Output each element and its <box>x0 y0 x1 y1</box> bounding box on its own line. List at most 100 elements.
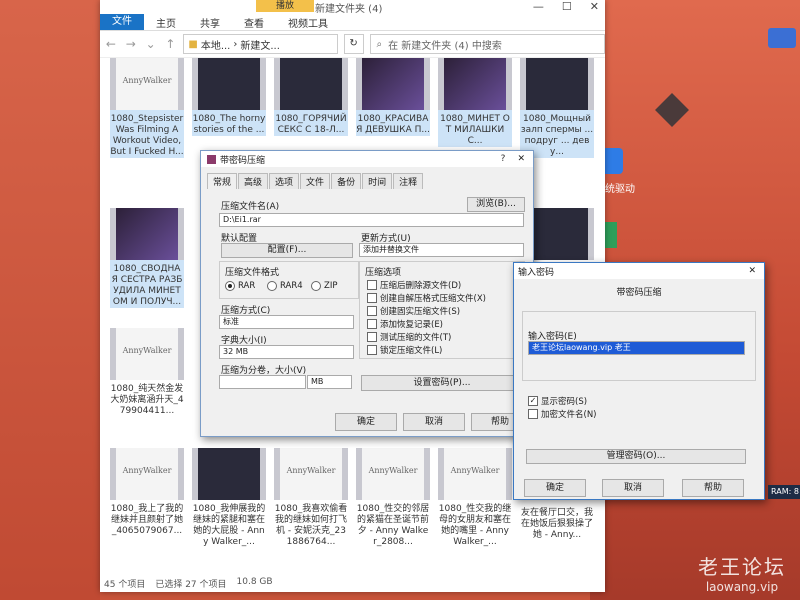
close-icon[interactable]: ✕ <box>748 266 756 276</box>
dialog-tabs: 常规 高级 选项 文件 备份 时间 注释 <box>207 173 533 189</box>
back-icon[interactable]: ← <box>104 37 118 51</box>
tab-advanced[interactable]: 高级 <box>238 173 269 189</box>
format-rar[interactable]: RAR <box>225 281 255 291</box>
up-icon[interactable]: ↑ <box>164 37 178 51</box>
video-thumbnail: AnnyWalker <box>356 448 430 500</box>
app-icon[interactable] <box>768 28 796 48</box>
option-lock[interactable]: 锁定压缩文件(L) <box>367 344 442 356</box>
tab-general[interactable]: 常规 <box>207 173 238 189</box>
dialog-title-bar: 带密码压缩 ? ✕ <box>201 151 533 167</box>
search-input[interactable]: ⌕ 在 新建文件夹 (4) 中搜索 <box>369 34 605 54</box>
tab-options[interactable]: 选项 <box>269 173 300 189</box>
watermark-url: laowang.vip <box>705 580 779 594</box>
split-unit-select[interactable]: MB <box>307 375 352 389</box>
file-tile[interactable]: 1080_ГОРЯЧИЙ СЕКС С 18-Л... <box>274 58 348 136</box>
option-sfx[interactable]: 创建自解压格式压缩文件(X) <box>367 292 486 304</box>
checkbox-icon: ✓ <box>528 396 538 406</box>
winrar-icon <box>207 154 216 164</box>
video-thumbnail <box>438 58 512 110</box>
file-tile[interactable]: AnnyWalker 1080_我上了我的继妹并且颜射了她_4065079067.… <box>110 448 184 537</box>
checkbox-icon <box>367 280 377 290</box>
browse-button[interactable]: 浏览(B)... <box>467 197 525 212</box>
minimize-icon[interactable]: — <box>533 0 544 13</box>
file-tile[interactable]: AnnyWalker 1080_纯天然金发大奶妹离涵升天_479904411... <box>110 328 184 417</box>
option-test[interactable]: 测试压缩的文件(T) <box>367 331 451 343</box>
refresh-icon[interactable]: ↻ <box>343 34 364 54</box>
tab-time[interactable]: 时间 <box>362 173 393 189</box>
password-input[interactable]: 老王论坛laowang.vip 老王 <box>528 341 745 355</box>
file-name: 1080_Stepsister Was Filming A Workout Vi… <box>110 114 184 157</box>
password-dialog: 输入密码 ✕ 带密码压缩 输入密码(E) 老王论坛laowang.vip 老王 … <box>513 262 765 500</box>
format-zip[interactable]: ZIP <box>311 281 337 291</box>
cancel-button[interactable]: 取消 <box>403 413 465 431</box>
encrypt-names-checkbox[interactable]: 加密文件名(N) <box>528 408 597 420</box>
ribbon-tab-video-tools[interactable]: 视频工具 <box>276 15 340 30</box>
split-size-input[interactable] <box>219 375 306 389</box>
close-icon[interactable]: ✕ <box>517 154 525 164</box>
address-bar: ← → ⌄ ↑ ■ 本地... › 新建文... ↻ ⌕ 在 新建文件夹 (4)… <box>100 31 605 58</box>
forward-icon[interactable]: → <box>124 37 138 51</box>
tab-comment[interactable]: 注释 <box>393 173 424 189</box>
manage-passwords-button[interactable]: 管理密码(O)... <box>526 449 746 464</box>
update-mode-select[interactable]: 添加并替换文件 <box>359 243 524 257</box>
video-thumbnail: AnnyWalker <box>274 448 348 500</box>
format-rar4[interactable]: RAR4 <box>267 281 303 291</box>
dialog-title: 带密码压缩 <box>220 155 266 166</box>
tab-files[interactable]: 文件 <box>300 173 331 189</box>
path-prefix: 本地... <box>200 40 231 52</box>
set-password-button[interactable]: 设置密码(P)... <box>361 375 523 391</box>
option-delete-source[interactable]: 压缩后删除源文件(D) <box>367 279 461 291</box>
file-tile[interactable]: AnnyWalker 1080_性交我的继母的女朋友和塞在她的嘴里 - Anny … <box>438 448 512 548</box>
file-tile[interactable]: 1080_Мощный залп спермы ... подруг ... д… <box>520 58 594 158</box>
option-solid[interactable]: 创建固实压缩文件(S) <box>367 305 460 317</box>
video-thumbnail <box>192 448 266 500</box>
status-bar: 45 个项目 已选择 27 个项目 10.8 GB <box>104 577 273 590</box>
cancel-button[interactable]: 取消 <box>602 479 664 497</box>
tab-backup[interactable]: 备份 <box>331 173 362 189</box>
ram-indicator: RAM: 8 <box>768 485 800 499</box>
dialog-title: 输入密码 <box>518 267 555 278</box>
ok-button[interactable]: 确定 <box>335 413 397 431</box>
close-icon[interactable]: ✕ <box>590 0 599 13</box>
show-password-checkbox[interactable]: ✓ 显示密码(S) <box>528 395 587 407</box>
file-tile[interactable]: 1080_МИНЕТ О Т МИЛАШКИ С... <box>438 58 512 147</box>
file-tile[interactable]: 1080_The horny stories of the ... <box>192 58 266 136</box>
dict-select[interactable]: 32 MB <box>219 345 354 359</box>
file-tile[interactable]: AnnyWalker 1080_性交的邻居的紧猫在圣诞节前夕 - Anny Wal… <box>356 448 430 548</box>
archive-name-input[interactable]: D:\Ei1.rar <box>219 213 524 227</box>
file-tile[interactable]: 1080_КРАСИВАЯ ДЕВУШКА П... <box>356 58 430 136</box>
ribbon-tab-home[interactable]: 主页 <box>144 15 188 30</box>
path-field[interactable]: ■ 本地... › 新建文... <box>183 34 338 54</box>
file-tile[interactable]: 1080_СВОДНА Я СЕСТРА РАЗБ УДИЛА МИНЕТ ОМ… <box>110 208 184 308</box>
file-name: 1080_СВОДНА Я СЕСТРА РАЗБ УДИЛА МИНЕТ ОМ… <box>111 264 183 307</box>
file-name: 1080_我伸展我的继妹的紧腿和塞在她的大屁股 - Anny Walker_..… <box>192 504 266 547</box>
video-thumbnail <box>520 58 594 110</box>
desktop-left <box>0 0 100 600</box>
checkbox-icon <box>367 332 377 342</box>
ribbon-tab-view[interactable]: 查看 <box>232 15 276 30</box>
ribbon-tab-share[interactable]: 共享 <box>188 15 232 30</box>
watermark: 老王论坛 laowang.vip <box>698 551 786 594</box>
video-thumbnail: AnnyWalker <box>438 448 512 500</box>
file-name: 1080_我上了我的继妹并且颜射了她_4065079067... <box>110 504 184 536</box>
video-thumbnail: AnnyWalker <box>110 58 184 110</box>
context-tab-play[interactable]: 播放 <box>256 0 314 12</box>
window-controls: — ☐ ✕ <box>533 0 599 13</box>
ribbon-tab-file[interactable]: 文件 <box>100 14 144 30</box>
option-recovery[interactable]: 添加恢复记录(E) <box>367 318 443 330</box>
help-button[interactable]: 帮助 <box>682 479 744 497</box>
ok-button[interactable]: 确定 <box>524 479 586 497</box>
profile-button[interactable]: 配置(F)... <box>221 243 353 258</box>
maximize-icon[interactable]: ☐ <box>562 0 572 13</box>
checkbox-icon <box>367 306 377 316</box>
file-tile[interactable]: AnnyWalker 1080_Stepsister Was Filming A … <box>110 58 184 158</box>
dialog-title-bar: 输入密码 ✕ <box>514 263 764 279</box>
chevron-down-icon[interactable]: ⌄ <box>144 37 158 51</box>
method-select[interactable]: 标准 <box>219 315 354 329</box>
file-name: 1080_我喜欢偷看我的继妹如何打飞机 - 安妮沃克_231886764... <box>274 504 348 547</box>
file-name: 1080_The horny stories of the ... <box>192 114 266 135</box>
path-sep-icon: › <box>233 38 238 50</box>
file-tile[interactable]: 1080_我伸展我的继妹的紧腿和塞在她的大屁股 - Anny Walker_..… <box>192 448 266 548</box>
file-tile[interactable]: AnnyWalker 1080_我喜欢偷看我的继妹如何打飞机 - 安妮沃克_231… <box>274 448 348 548</box>
help-icon[interactable]: ? <box>501 154 506 164</box>
